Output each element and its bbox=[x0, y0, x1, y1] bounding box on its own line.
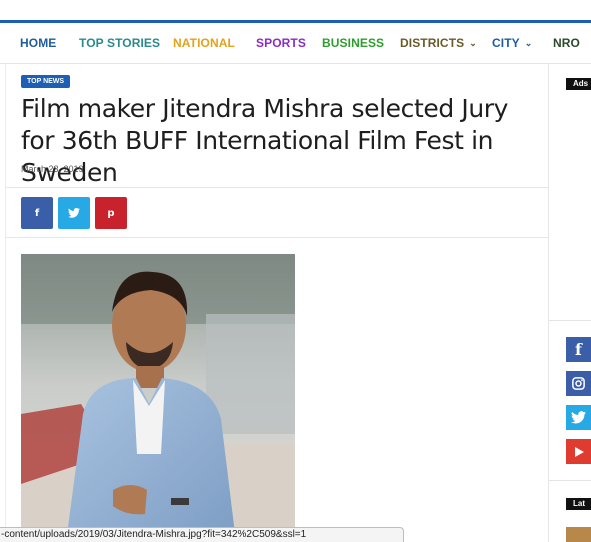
twitter-icon bbox=[571, 411, 586, 424]
share-facebook-button[interactable]: f bbox=[21, 197, 53, 229]
pinterest-icon: p bbox=[107, 207, 115, 219]
nav-city-label: CITY bbox=[492, 36, 520, 50]
divider bbox=[549, 480, 591, 481]
top-bar bbox=[0, 0, 591, 20]
category-badge[interactable]: TOP NEWS bbox=[21, 75, 71, 88]
divider bbox=[5, 237, 549, 238]
social-facebook-button[interactable]: f bbox=[566, 337, 591, 362]
nav-districts[interactable]: DISTRICTS ⌄ bbox=[400, 36, 477, 50]
social-twitter-button[interactable] bbox=[566, 405, 591, 430]
nav-districts-label: DISTRICTS bbox=[400, 36, 465, 50]
content-border bbox=[5, 64, 6, 542]
article-date: March 23, 2019 bbox=[21, 164, 84, 174]
portrait-image bbox=[21, 254, 295, 542]
sidebar bbox=[549, 64, 591, 542]
nav-business[interactable]: BUSINESS bbox=[322, 36, 384, 50]
nav-city[interactable]: CITY ⌄ bbox=[492, 36, 532, 50]
share-twitter-button[interactable] bbox=[58, 197, 90, 229]
nav-sports[interactable]: SPORTS bbox=[256, 36, 306, 50]
share-pinterest-button[interactable]: p bbox=[95, 197, 127, 229]
sidebar-latest-heading: Lat bbox=[566, 498, 591, 510]
chevron-down-icon: ⌄ bbox=[524, 38, 533, 48]
social-youtube-button[interactable] bbox=[566, 439, 591, 464]
social-instagram-button[interactable] bbox=[566, 371, 591, 396]
main-navigation: HOME TOP STORIES NATIONAL SPORTS BUSINES… bbox=[0, 20, 591, 64]
latest-thumbnail[interactable] bbox=[566, 527, 591, 542]
nav-top-stories[interactable]: TOP STORIES bbox=[79, 36, 160, 50]
instagram-icon bbox=[572, 377, 585, 390]
article-photo[interactable] bbox=[21, 254, 295, 542]
nav-national[interactable]: NATIONAL bbox=[173, 36, 235, 50]
divider bbox=[549, 320, 591, 321]
nav-nro[interactable]: NRO bbox=[553, 36, 580, 50]
nav-home[interactable]: HOME bbox=[20, 36, 56, 50]
chevron-down-icon: ⌄ bbox=[469, 38, 477, 48]
twitter-icon bbox=[68, 208, 80, 218]
sidebar-ads-heading: Ads bbox=[566, 78, 591, 90]
facebook-icon: f bbox=[34, 207, 40, 219]
article-title: Film maker Jitendra Mishra selected Jury… bbox=[21, 94, 509, 187]
browser-status-bar-url: -content/uploads/2019/03/Jitendra-Mishra… bbox=[0, 527, 404, 542]
facebook-icon: f bbox=[575, 340, 582, 359]
youtube-icon bbox=[574, 446, 584, 457]
divider bbox=[5, 187, 549, 188]
